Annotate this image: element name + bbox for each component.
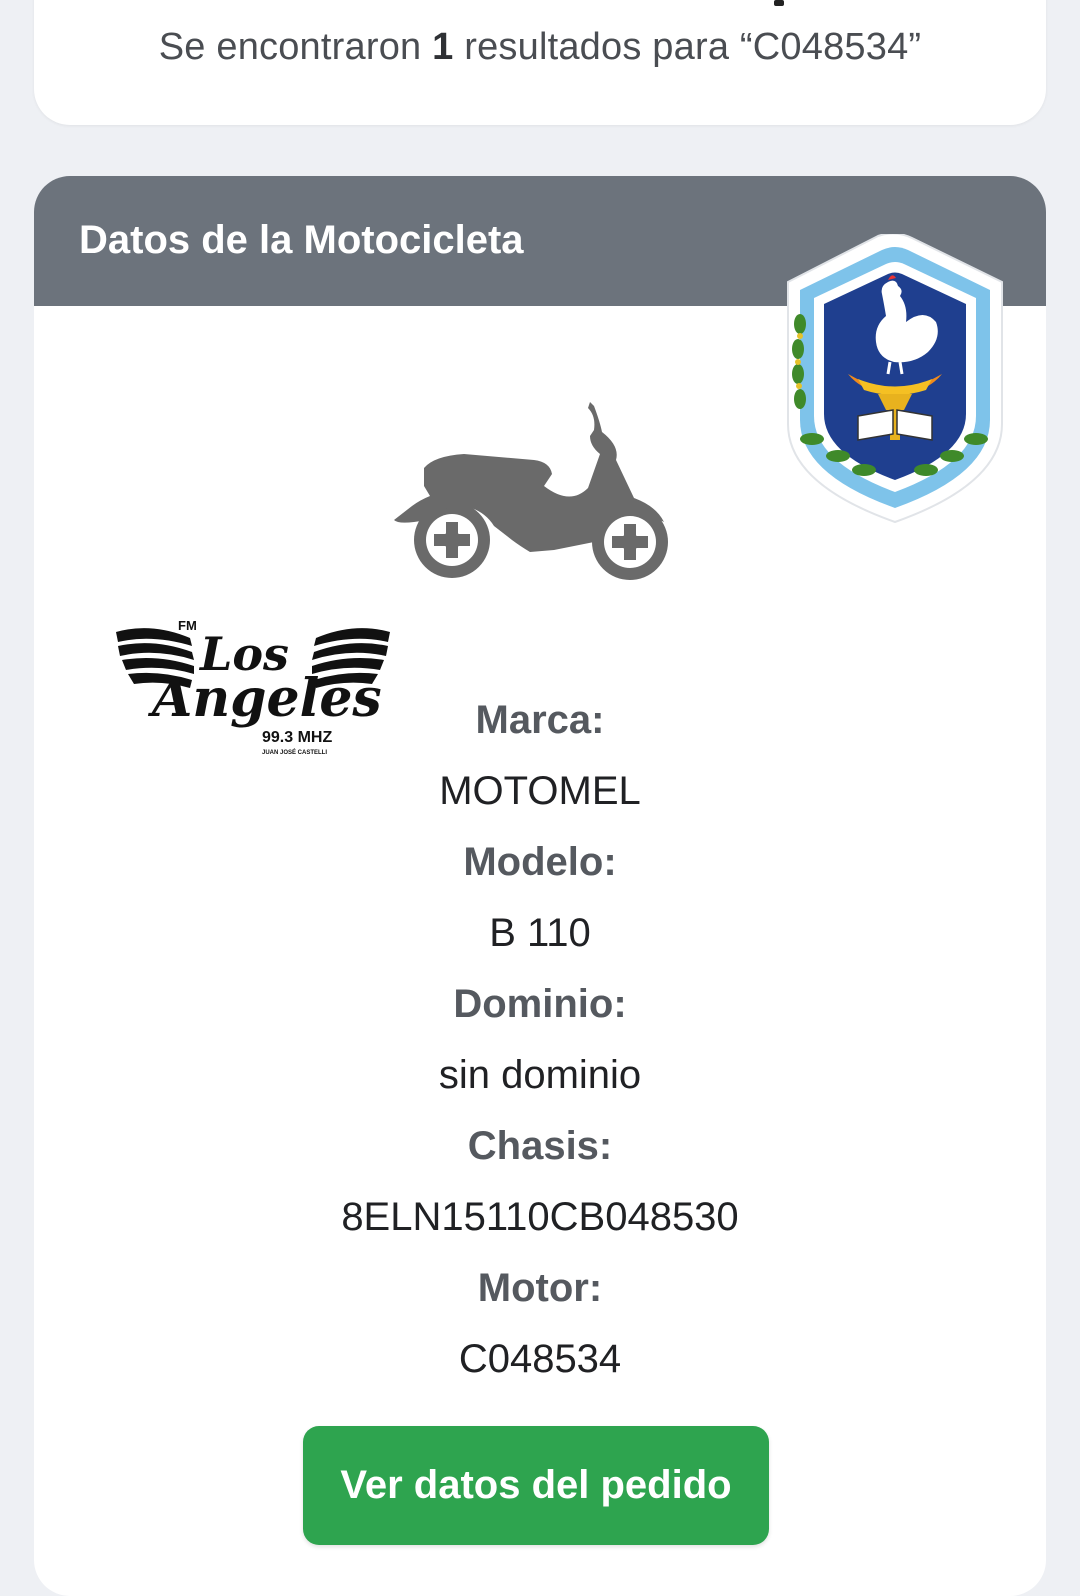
results-count: 1 [432,26,454,68]
card-title: Datos de la Motocicleta [79,218,524,262]
police-crest-logo [787,234,1003,524]
motorcycle-data-card: Datos de la Motocicleta FM Los Angeles 9… [34,176,1046,1596]
field-label-chasis: Chasis: [467,1124,613,1168]
svg-text:FM: FM [178,618,197,633]
view-order-button[interactable]: Ver datos del pedido [303,1426,769,1545]
field-value-dominio: sin dominio [438,1053,642,1097]
field-label-dominio: Dominio: [453,982,627,1026]
field-value-motor: C048534 [458,1337,622,1381]
search-summary-card: Se encontraron 1 resultados para “C04853… [34,0,1046,125]
field-label-motor: Motor: [477,1266,603,1310]
field-value-chasis: 8ELN15110CB048530 [341,1195,739,1239]
results-middle: resultados para [453,26,740,68]
field-value-modelo: B 110 [489,911,591,955]
motorcycle-icon [394,402,668,580]
search-results-summary: Se encontraron 1 resultados para “C04853… [34,26,1046,69]
field-label-modelo: Modelo: [463,840,617,884]
field-label-marca: Marca: [475,698,605,742]
cropped-text-fragment [774,0,784,6]
field-value-marca: MOTOMEL [439,769,641,813]
motorcycle-fields: Marca: MOTOMEL Modelo: B 110 Dominio: si… [34,684,1046,1394]
results-query: “C048534” [739,26,922,68]
results-prefix: Se encontraron [158,26,433,68]
